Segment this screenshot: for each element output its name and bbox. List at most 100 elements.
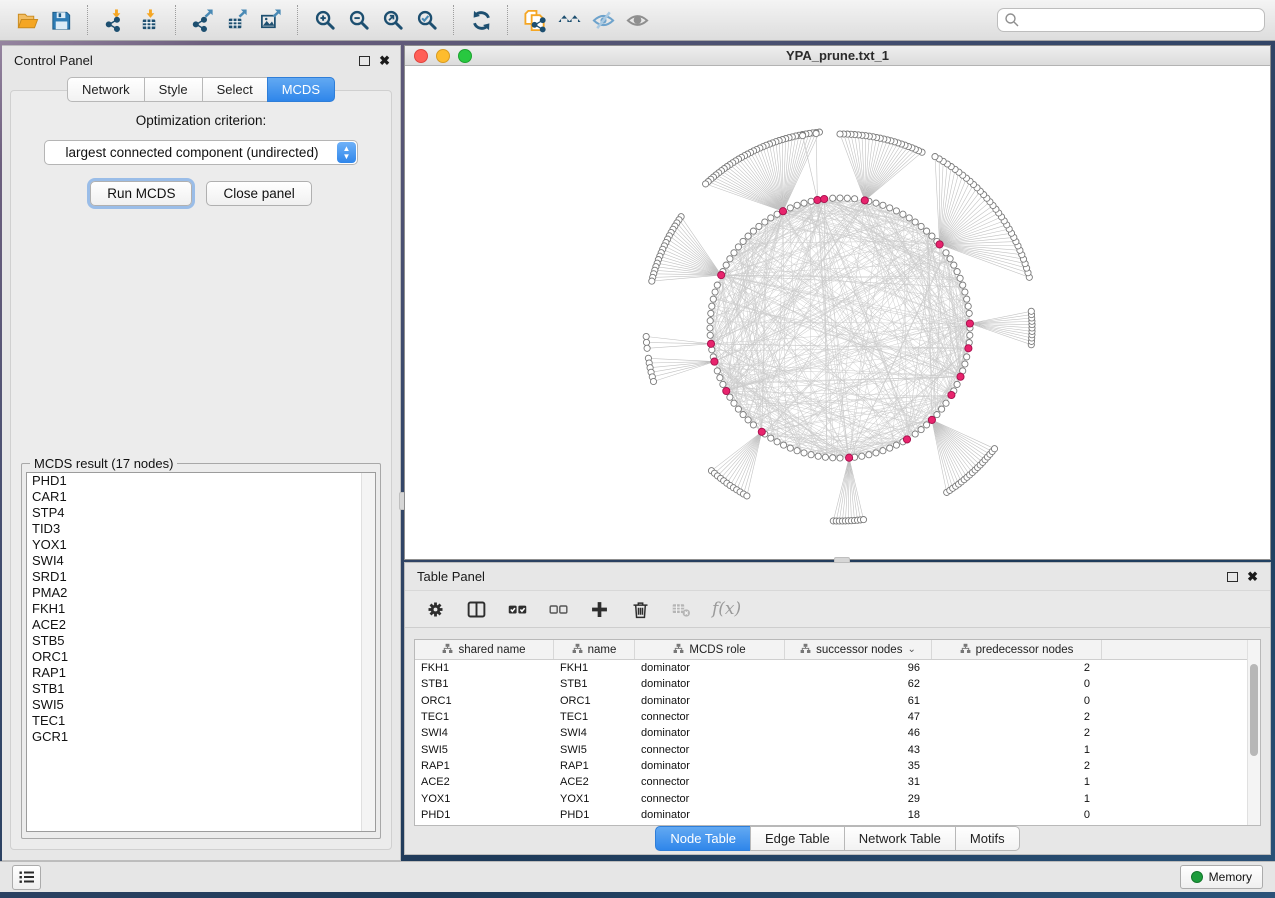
mcds-result-item[interactable]: TEC1 <box>27 713 375 729</box>
table-row[interactable]: RAP1RAP1dominator352 <box>415 758 1260 774</box>
memory-status-icon <box>1191 871 1203 883</box>
table-scrollbar-thumb[interactable] <box>1250 664 1258 756</box>
tab-motifs[interactable]: Motifs <box>955 826 1020 851</box>
network-window-titlebar[interactable]: YPA_prune.txt_1 <box>405 46 1270 66</box>
mcds-result-item[interactable]: SWI5 <box>27 697 375 713</box>
mcds-result-item[interactable]: PMA2 <box>27 585 375 601</box>
column-header-label: name <box>588 644 617 656</box>
column-header-predecessor-nodes[interactable]: predecessor nodes <box>932 640 1102 659</box>
optimization-criterion-dropdown[interactable]: largest connected component (undirected)… <box>44 140 358 165</box>
close-panel-icon[interactable]: ✖ <box>379 56 390 66</box>
apply-layout-refresh-button[interactable] <box>464 4 498 36</box>
cell-shared-name: STB1 <box>415 678 554 690</box>
run-mcds-button[interactable]: Run MCDS <box>90 181 192 206</box>
float-panel-icon[interactable] <box>359 56 370 66</box>
mcds-result-item[interactable]: SWI4 <box>27 553 375 569</box>
table-row[interactable]: ACE2ACE2connector311 <box>415 774 1260 790</box>
table-row[interactable]: YOX1YOX1connector291 <box>415 790 1260 806</box>
mcds-result-item[interactable]: STP4 <box>27 505 375 521</box>
tab-network-table[interactable]: Network Table <box>844 826 956 851</box>
mcds-result-item[interactable]: STB5 <box>27 633 375 649</box>
zoom-in-icon <box>313 8 338 33</box>
task-history-button[interactable] <box>12 865 41 890</box>
table-row[interactable]: PHD1PHD1dominator180 <box>415 807 1260 823</box>
cell-predecessor-nodes: 0 <box>932 678 1102 690</box>
zoom-fit-icon <box>381 8 406 33</box>
cell-MCDS-role: dominator <box>635 678 785 690</box>
column-header-MCDS-role[interactable]: MCDS role <box>635 640 785 659</box>
add-column-button[interactable] <box>589 599 610 620</box>
cell-predecessor-nodes: 2 <box>932 727 1102 739</box>
mcds-result-item[interactable]: GCR1 <box>27 729 375 745</box>
main-area: Control Panel ✖ NetworkStyleSelectMCDS O… <box>0 41 1275 892</box>
search-input[interactable] <box>997 8 1265 32</box>
show-all-button[interactable] <box>620 4 654 36</box>
float-table-panel-icon[interactable] <box>1227 572 1238 582</box>
zoom-fit-button[interactable] <box>376 4 410 36</box>
cell-name: ACE2 <box>554 776 635 788</box>
import-table-icon <box>137 8 162 33</box>
hide-selected-button[interactable] <box>586 4 620 36</box>
open-session-icon <box>15 8 40 33</box>
close-table-panel-icon[interactable]: ✖ <box>1247 572 1258 582</box>
zoom-out-button[interactable] <box>342 4 376 36</box>
network-graph[interactable] <box>405 66 1270 560</box>
mcds-result-item[interactable]: FKH1 <box>27 601 375 617</box>
mcds-result-item[interactable]: TID3 <box>27 521 375 537</box>
mcds-result-item[interactable]: RAP1 <box>27 665 375 681</box>
columns-button[interactable] <box>466 599 487 620</box>
cell-MCDS-role: connector <box>635 776 785 788</box>
import-table-button[interactable] <box>132 4 166 36</box>
network-canvas[interactable] <box>405 66 1270 559</box>
zoom-in-button[interactable] <box>308 4 342 36</box>
save-session-button[interactable] <box>44 4 78 36</box>
mcds-result-item[interactable]: ORC1 <box>27 649 375 665</box>
mcds-result-item[interactable]: STB1 <box>27 681 375 697</box>
select-all-check-button[interactable] <box>507 599 528 620</box>
memory-button[interactable]: Memory <box>1180 865 1263 889</box>
column-header-label: predecessor nodes <box>976 644 1074 656</box>
mcds-result-item[interactable]: ACE2 <box>27 617 375 633</box>
mcds-result-list[interactable]: PHD1CAR1STP4TID3YOX1SWI4SRD1PMA2FKH1ACE2… <box>26 472 376 832</box>
table-panel: Table Panel ✖ f(x) shared namenameMCDS r… <box>404 562 1271 855</box>
mcds-result-item[interactable]: CAR1 <box>27 489 375 505</box>
delete-column-icon <box>630 599 651 620</box>
column-header-shared-name[interactable]: shared name <box>415 640 554 659</box>
export-table-button[interactable] <box>220 4 254 36</box>
table-row[interactable]: SWI5SWI5connector431 <box>415 741 1260 757</box>
first-neighbors-icon <box>557 8 582 33</box>
column-header-name[interactable]: name <box>554 640 635 659</box>
gear-button[interactable] <box>425 599 446 620</box>
mcds-result-item[interactable]: SRD1 <box>27 569 375 585</box>
mcds-result-item[interactable]: YOX1 <box>27 537 375 553</box>
tab-style[interactable]: Style <box>144 77 203 102</box>
column-header-successor-nodes[interactable]: successor nodes⌄ <box>785 640 932 659</box>
tab-edge-table[interactable]: Edge Table <box>750 826 845 851</box>
cell-shared-name: TEC1 <box>415 711 554 723</box>
duplicate-network-button[interactable] <box>518 4 552 36</box>
tab-mcds[interactable]: MCDS <box>267 77 335 102</box>
deselect-all-button[interactable] <box>548 599 569 620</box>
table-scrollbar[interactable] <box>1247 640 1260 825</box>
tab-node-table[interactable]: Node Table <box>655 826 751 851</box>
first-neighbors-button[interactable] <box>552 4 586 36</box>
mcds-result-item[interactable]: PHD1 <box>27 473 375 489</box>
import-network-button[interactable] <box>98 4 132 36</box>
mcds-list-scrollbar[interactable] <box>361 473 375 831</box>
export-image-button[interactable] <box>254 4 288 36</box>
table-row[interactable]: SWI4SWI4dominator462 <box>415 725 1260 741</box>
tab-network[interactable]: Network <box>67 77 145 102</box>
table-row[interactable]: TEC1TEC1connector472 <box>415 709 1260 725</box>
control-panel: Control Panel ✖ NetworkStyleSelectMCDS O… <box>2 45 401 861</box>
export-image-icon <box>259 8 284 33</box>
table-row[interactable]: FKH1FKH1dominator962 <box>415 660 1260 676</box>
close-panel-button[interactable]: Close panel <box>206 181 311 206</box>
cell-MCDS-role: connector <box>635 711 785 723</box>
table-row[interactable]: ORC1ORC1dominator610 <box>415 693 1260 709</box>
tab-select[interactable]: Select <box>202 77 268 102</box>
zoom-selected-button[interactable] <box>410 4 444 36</box>
export-network-button[interactable] <box>186 4 220 36</box>
delete-column-button[interactable] <box>630 599 651 620</box>
table-row[interactable]: STB1STB1dominator620 <box>415 676 1260 692</box>
open-session-button[interactable] <box>10 4 44 36</box>
